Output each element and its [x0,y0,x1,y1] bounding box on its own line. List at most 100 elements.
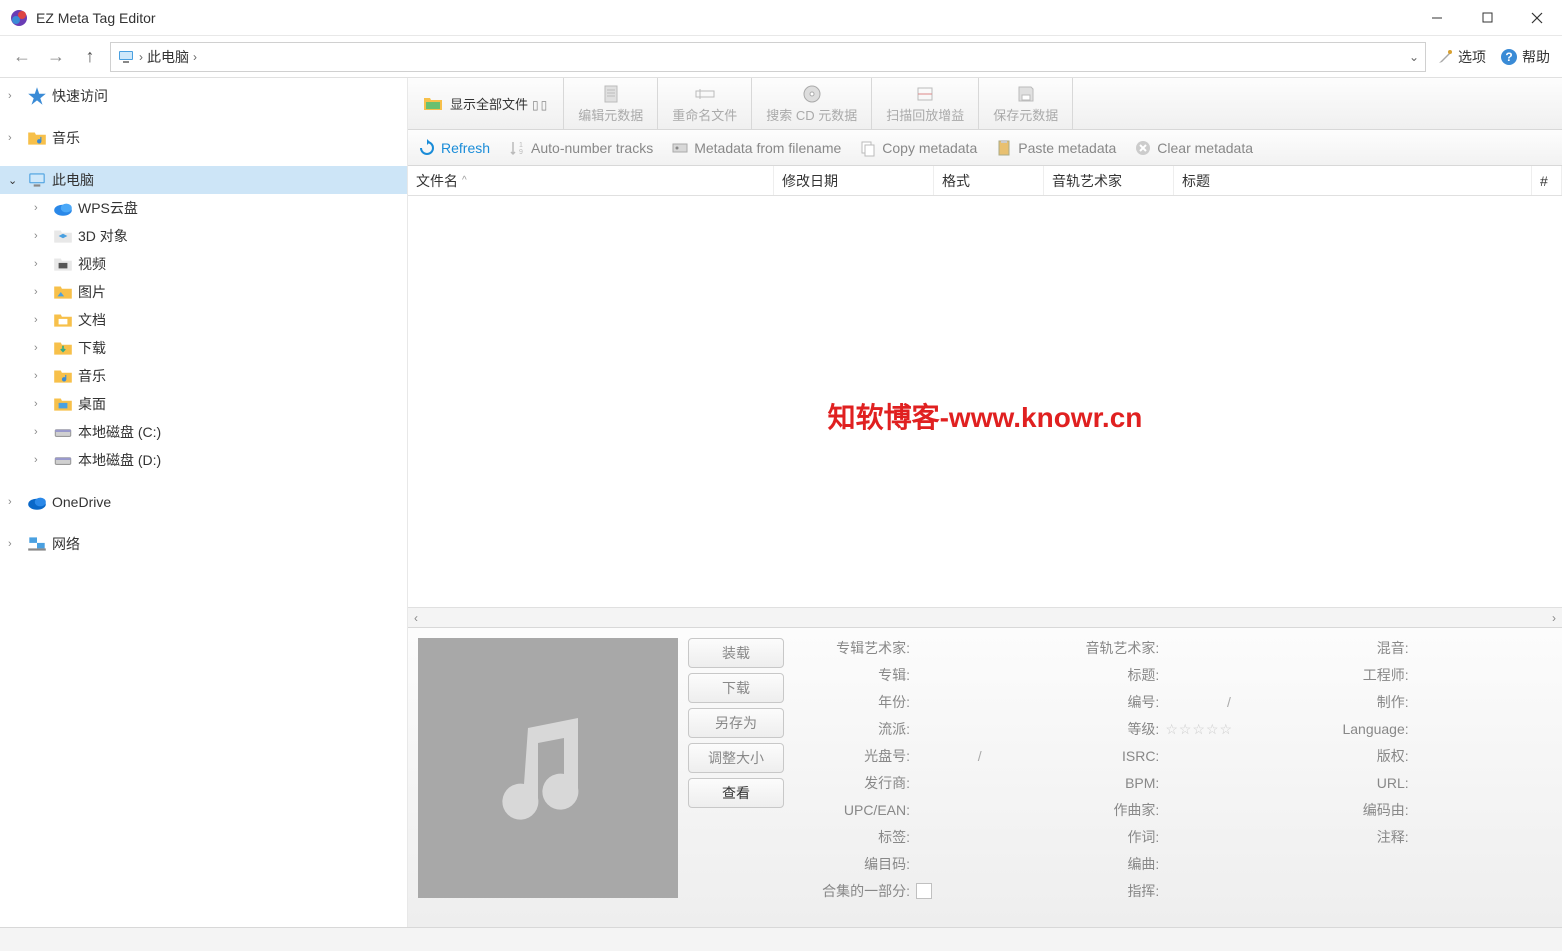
resize-art-button[interactable]: 调整大小 [688,743,784,773]
tree-item[interactable]: › 音乐 [0,362,407,390]
music-icon [52,365,74,387]
options-button[interactable]: 选项 [1432,47,1490,67]
chevron-right-icon[interactable]: › [34,342,48,354]
breadcrumb-sep-icon: › [139,50,143,64]
file-list[interactable]: 知软博客-www.knowr.cn [408,196,1562,607]
disk-icon [52,449,74,471]
chevron-right-icon[interactable]: › [34,258,48,270]
maximize-button[interactable] [1462,0,1512,36]
metadata-panel: 装载 下载 另存为 调整大小 查看 专辑艺术家: 音轨艺术家: 混音: 专辑: … [408,627,1562,927]
tree-item-label: 桌面 [78,394,106,414]
column-tracknum[interactable]: # [1532,166,1562,195]
tree-item-label: 本地磁盘 (D:) [78,450,161,470]
chevron-right-icon[interactable]: › [34,230,48,242]
edit-metadata-button[interactable]: 编辑元数据 [564,78,658,129]
tree-item-label: 文档 [78,310,106,330]
tree-item-label: 视频 [78,254,106,274]
nav-bar: ← → ↑ › 此电脑 › ⌄ 选项 ? 帮助 [0,36,1562,78]
view-art-button[interactable]: 查看 [688,778,784,808]
tree-item[interactable]: › 图片 [0,278,407,306]
scroll-left-icon[interactable]: ‹ [414,611,418,625]
close-button[interactable] [1512,0,1562,36]
nav-up-button[interactable]: ↑ [76,43,104,71]
chevron-right-icon[interactable]: › [8,90,22,102]
paste-metadata-button[interactable]: Paste metadata [995,139,1116,157]
search-cd-metadata-button[interactable]: 搜索 CD 元数据 [752,78,872,129]
status-bar [0,927,1562,951]
watermark-text: 知软博客-www.knowr.cn [828,396,1143,436]
tree-item[interactable]: › 视频 [0,250,407,278]
tree-item[interactable]: › 本地磁盘 (D:) [0,446,407,474]
breadcrumb-dropdown-icon[interactable]: ⌄ [1409,50,1419,64]
column-artist[interactable]: 音轨艺术家 [1044,166,1174,195]
tree-item[interactable]: › 本地磁盘 (C:) [0,418,407,446]
breadcrumb-bar[interactable]: › 此电脑 › ⌄ [110,42,1426,72]
star-icon [26,85,48,107]
chevron-right-icon[interactable]: › [34,370,48,382]
tree-item[interactable]: ›3D 对象 [0,222,407,250]
minimize-button[interactable] [1412,0,1462,36]
download-art-button[interactable]: 下载 [688,673,784,703]
copy-metadata-button[interactable]: Copy metadata [859,139,977,157]
tree-item-network[interactable]: › 网络 [0,530,407,558]
column-moddate[interactable]: 修改日期 [774,166,934,195]
horizontal-scrollbar[interactable]: ‹ › [408,607,1562,627]
folder-tree[interactable]: › 快速访问 › 音乐 ⌄ 此电脑 ›WPS云盘›3D 对象›视频›图片›文档›… [0,78,408,927]
tree-item[interactable]: ›WPS云盘 [0,194,407,222]
svg-text:1: 1 [519,142,523,149]
chevron-right-icon[interactable]: › [8,496,22,508]
tree-item-label: 本地磁盘 (C:) [78,422,161,442]
tree-item-onedrive[interactable]: › OneDrive [0,488,407,516]
saveas-art-button[interactable]: 另存为 [688,708,784,738]
column-format[interactable]: 格式 [934,166,1044,195]
compilation-checkbox[interactable] [916,883,932,899]
load-art-button[interactable]: 装载 [688,638,784,668]
3d-icon [52,225,74,247]
refresh-button[interactable]: Refresh [418,139,490,157]
chevron-right-icon[interactable]: › [34,398,48,410]
rename-files-button[interactable]: 重命名文件 [658,78,752,129]
scroll-right-icon[interactable]: › [1552,611,1556,625]
chevron-down-icon[interactable]: ⌄ [8,174,22,187]
pic-icon [52,281,74,303]
album-art-placeholder [418,638,678,898]
show-all-files-button[interactable]: 显示全部文件▯▯ [408,78,564,129]
window-title: EZ Meta Tag Editor [36,10,156,26]
help-button[interactable]: ? 帮助 [1496,47,1554,67]
chevron-right-icon[interactable]: › [8,132,22,144]
breadcrumb-item[interactable]: 此电脑 [147,47,189,67]
save-metadata-button[interactable]: 保存元数据 [979,78,1073,129]
nav-back-button[interactable]: ← [8,43,36,71]
tree-item-label: 图片 [78,282,106,302]
chevron-right-icon[interactable]: › [34,454,48,466]
clear-metadata-button[interactable]: Clear metadata [1134,139,1253,157]
tree-item[interactable]: › 桌面 [0,390,407,418]
scan-icon [915,83,935,105]
chevron-right-icon[interactable]: › [34,286,48,298]
tree-item[interactable]: ›下载 [0,334,407,362]
scan-replaygain-button[interactable]: 扫描回放增益 [872,78,979,129]
nav-forward-button[interactable]: → [42,43,70,71]
rename-icon [694,83,716,105]
chevron-right-icon[interactable]: › [34,314,48,326]
svg-text:9: 9 [519,149,523,156]
tree-item[interactable]: › 文档 [0,306,407,334]
pc-icon [26,169,48,191]
chevron-right-icon[interactable]: › [34,202,48,214]
auto-number-button[interactable]: 19 Auto-number tracks [508,139,653,157]
tree-item-thispc[interactable]: ⌄ 此电脑 [0,166,407,194]
cloud-icon [52,197,74,219]
chevron-right-icon[interactable]: › [8,538,22,550]
breadcrumb-sep-icon: › [193,50,197,64]
dl-icon [52,337,74,359]
rating-stars[interactable]: ☆☆☆☆☆ [1165,721,1233,738]
chevron-right-icon[interactable]: › [34,426,48,438]
tree-item-quickaccess[interactable]: › 快速访问 [0,82,407,110]
column-filename[interactable]: 文件名^ [408,166,774,195]
column-title[interactable]: 标题 [1174,166,1532,195]
metadata-from-filename-button[interactable]: Metadata from filename [671,139,841,157]
album-art-buttons: 装载 下载 另存为 调整大小 查看 [688,628,784,927]
tree-item-music[interactable]: › 音乐 [0,124,407,152]
tree-item-label: 音乐 [78,366,106,386]
svg-text:?: ? [1505,50,1512,64]
